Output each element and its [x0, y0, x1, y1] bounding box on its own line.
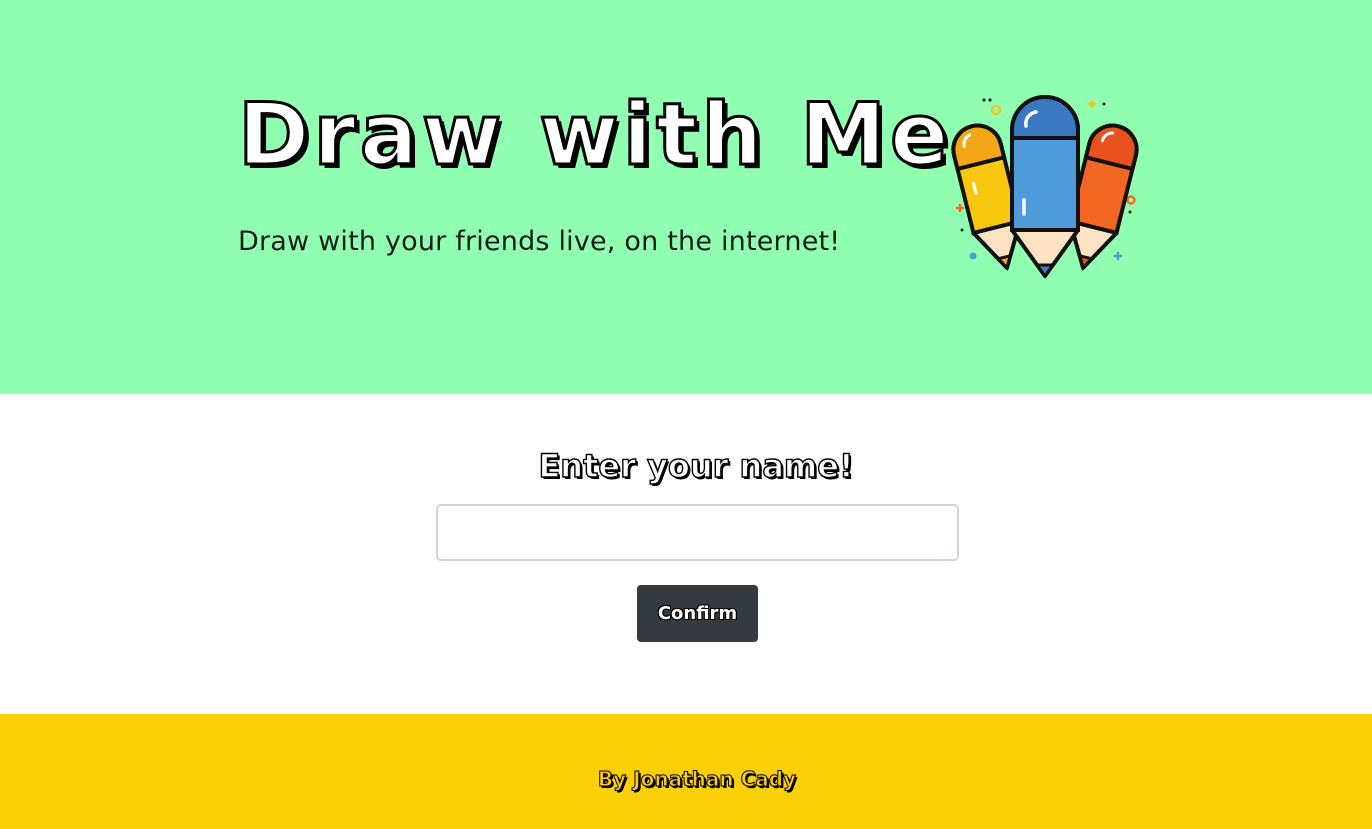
hero-section: Draw with Me Draw with your friends live… — [0, 0, 1372, 394]
footer-credit: By Jonathan Cady — [597, 767, 797, 792]
name-prompt-heading: Enter your name! — [538, 446, 855, 485]
colored-pencils-icon — [951, 95, 1139, 279]
site-title: Draw with Me — [236, 85, 953, 185]
confirm-button[interactable]: Confirm — [637, 585, 758, 642]
name-input[interactable] — [436, 504, 959, 561]
site-subtitle: Draw with your friends live, on the inte… — [238, 226, 841, 257]
